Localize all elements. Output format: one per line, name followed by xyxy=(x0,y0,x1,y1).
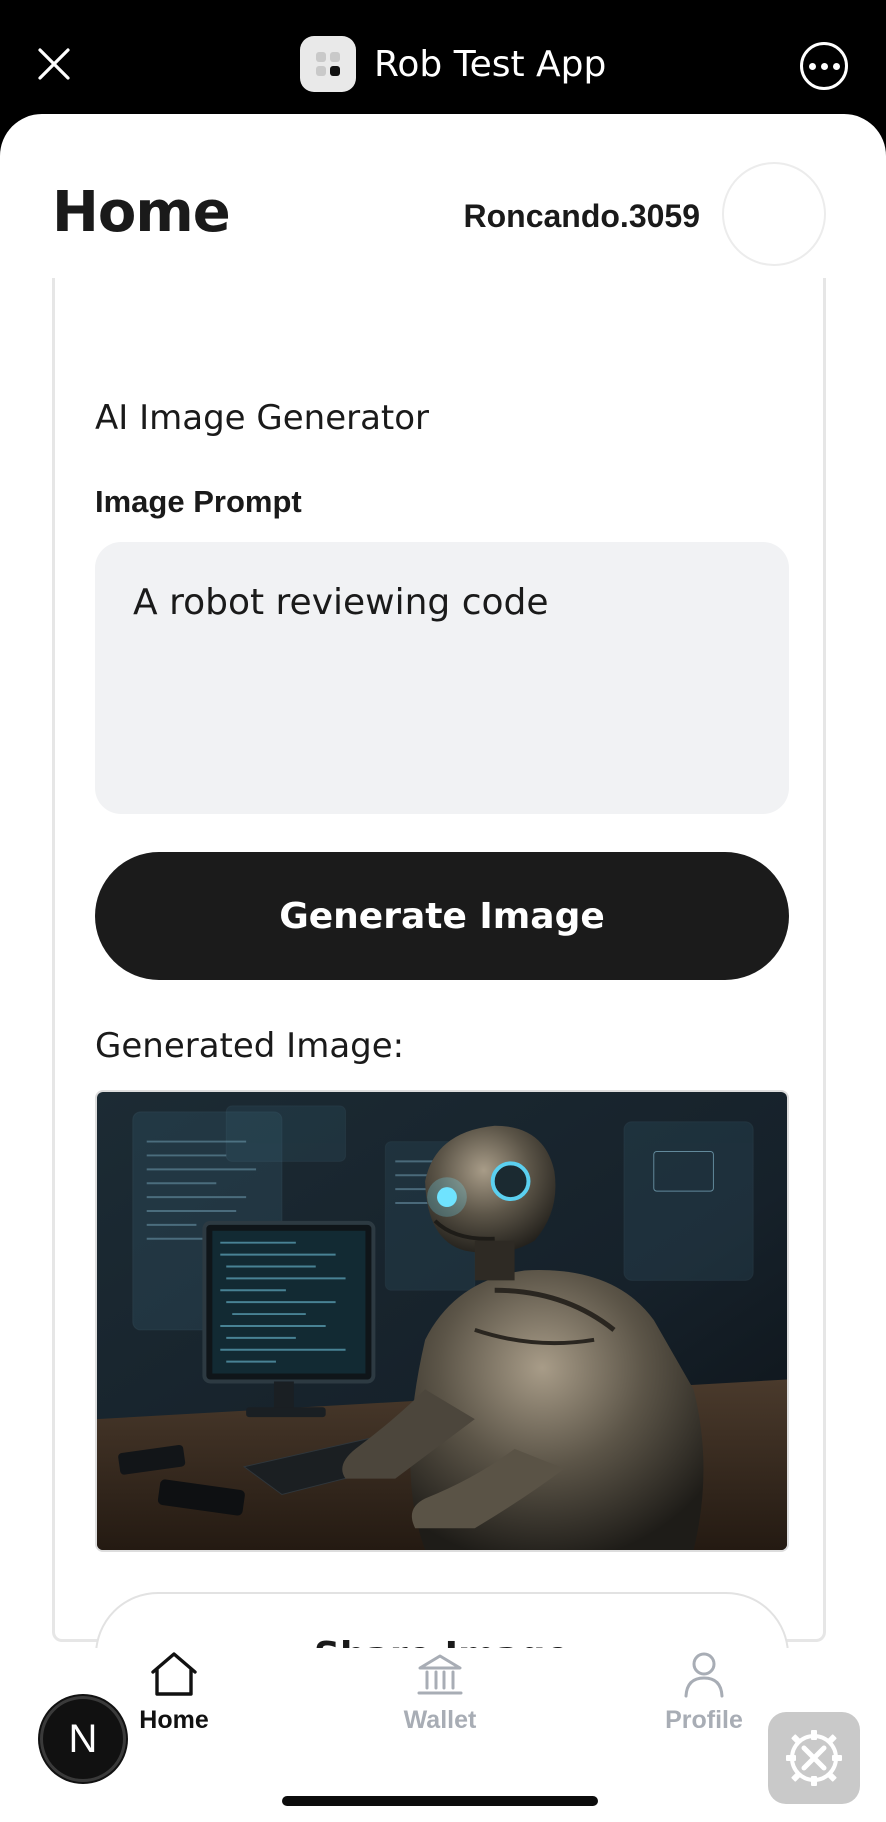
avatar[interactable] xyxy=(722,162,826,266)
nav-profile-label: Profile xyxy=(665,1706,743,1734)
username-label: Roncando.3059 xyxy=(463,198,700,234)
section-title: AI Image Generator xyxy=(95,398,430,438)
user-icon xyxy=(677,1648,731,1702)
more-options-icon[interactable] xyxy=(800,42,848,90)
home-indicator xyxy=(282,1796,598,1806)
n-badge[interactable]: N xyxy=(40,1696,126,1782)
nav-wallet-label: Wallet xyxy=(403,1706,477,1734)
home-icon xyxy=(147,1648,201,1702)
page-title: Home xyxy=(52,180,231,245)
top-bar: Rob Test App xyxy=(0,0,886,116)
prompt-label: Image Prompt xyxy=(95,484,302,519)
app-title-group: Rob Test App xyxy=(300,36,606,92)
generated-image xyxy=(95,1090,789,1552)
close-icon[interactable] xyxy=(34,44,74,84)
settings-tools-icon xyxy=(786,1730,842,1786)
tools-button[interactable] xyxy=(768,1712,860,1804)
image-generator-card: AI Image Generator Image Prompt A robot … xyxy=(52,278,826,1718)
generate-image-button[interactable]: Generate Image xyxy=(95,852,789,980)
main-sheet: Home Roncando.3059 AI Image Generator Im… xyxy=(0,114,886,1822)
bank-icon xyxy=(413,1648,467,1702)
nav-profile[interactable]: Profile xyxy=(624,1648,784,1735)
generated-image-label: Generated Image: xyxy=(95,1026,405,1066)
nav-wallet[interactable]: Wallet xyxy=(360,1648,520,1735)
app-icon xyxy=(300,36,356,92)
app-title: Rob Test App xyxy=(374,43,607,85)
prompt-input[interactable]: A robot reviewing code xyxy=(95,542,789,814)
